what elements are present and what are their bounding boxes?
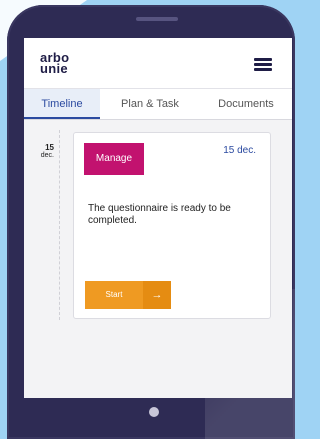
menu-bar <box>254 63 272 66</box>
app-screen: arbo unie Timeline Plan & Task Documents… <box>24 38 292 398</box>
tab-timeline[interactable]: Timeline <box>24 89 100 119</box>
timeline-day: 15 <box>45 143 54 152</box>
home-button[interactable] <box>149 407 159 417</box>
start-button[interactable]: Start → <box>85 281 171 309</box>
tab-plan-and-task[interactable]: Plan & Task <box>100 89 200 119</box>
logo-line-2: unie <box>40 61 68 76</box>
app-header: arbo unie <box>24 38 292 88</box>
start-button-label: Start <box>105 290 123 299</box>
phone-frame: arbo unie Timeline Plan & Task Documents… <box>7 5 295 439</box>
hamburger-menu-icon[interactable] <box>254 58 272 71</box>
phone-speaker <box>136 17 178 21</box>
tab-bar: Timeline Plan & Task Documents <box>24 88 292 120</box>
arrow-right-icon: → <box>143 281 171 309</box>
arbo-unie-logo[interactable]: arbo unie <box>40 51 69 76</box>
timeline-line <box>59 130 60 320</box>
timeline-month: dec. <box>40 152 54 159</box>
card-date: 15 dec. <box>223 145 256 156</box>
menu-bar <box>254 68 272 71</box>
tab-documents[interactable]: Documents <box>200 89 292 119</box>
manage-badge[interactable]: Manage <box>84 143 144 175</box>
menu-bar <box>254 58 272 61</box>
card-message: The questionnaire is ready to be complet… <box>88 203 231 226</box>
timeline-card: Manage 15 dec. The questionnaire is read… <box>73 132 271 319</box>
timeline-date: 15 dec. <box>32 144 54 160</box>
